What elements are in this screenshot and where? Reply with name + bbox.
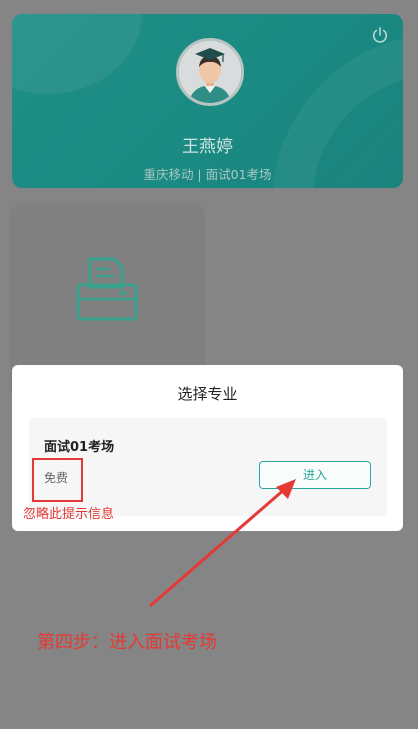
profile-card: 王燕婷 重庆移动 | 面试01考场 (12, 14, 403, 188)
user-subtitle: 重庆移动 | 面试01考场 (143, 167, 272, 182)
power-icon[interactable] (371, 26, 389, 44)
ignore-hint-annotation: 忽略此提示信息 (23, 507, 115, 522)
highlight-box (32, 458, 83, 502)
avatar (176, 38, 244, 106)
enter-button[interactable]: 进入 (259, 461, 371, 489)
avatar-illustration (179, 41, 241, 103)
printer-icon (76, 257, 138, 321)
step-annotation: 第四步：进入面试考场 (37, 632, 217, 653)
decor-circle (12, 14, 142, 94)
dialog-title: 选择专业 (177, 385, 238, 403)
option-name: 面试01考场 (44, 440, 115, 455)
user-name: 王燕婷 (182, 137, 233, 157)
